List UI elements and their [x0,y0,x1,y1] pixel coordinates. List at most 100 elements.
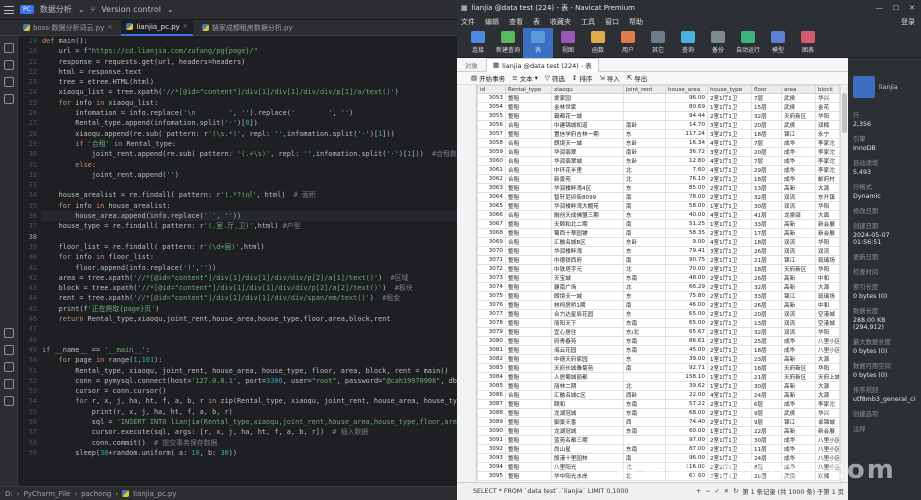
table-cell[interactable]: 46.00 [665,300,708,311]
table-cell[interactable]: 68.00 [665,408,708,419]
table-cell[interactable]: 30层 [751,201,782,212]
table-cell[interactable]: 大源 [815,282,840,293]
sort-button[interactable]: ↕ 排序 [572,73,592,83]
table-row[interactable]: 3071 整租 中德铁西府南 90.75 2室1厅1卫 21层 锦江 琉璃场 [477,255,840,266]
table-row[interactable]: 3082 整租 中德天府家园东 39.00 1室1厅1卫 23层 高新 大源 [477,354,840,365]
table-cell[interactable]: 3066 [477,210,506,221]
table-cell[interactable]: 2室1厅1卫 [707,300,752,311]
table-cell[interactable]: 融创天成佛盟三期 [551,210,624,221]
table-cell[interactable]: 97.00 [665,435,708,446]
table-cell[interactable]: 3室2厅1卫 [707,129,752,140]
table-cell[interactable]: 3079 [477,327,506,338]
table-cell[interactable]: 大源 [815,354,840,365]
table-cell[interactable]: 1室1厅1卫 [707,201,752,212]
code-line[interactable]: rent = tree.xpath('//*[@id="content"]/di… [42,293,457,303]
table-cell[interactable]: 整租 [505,282,552,293]
table-cell[interactable]: 整租 [505,183,552,194]
table-cell[interactable]: 74.40 [665,417,708,428]
table-row[interactable]: 3061 合租 中环花半里北 7.60 4室1厅1卫 29层 成华 李家沱 [477,165,840,176]
table-cell[interactable]: 高新 [781,300,816,311]
table-cell[interactable]: 南 [623,219,666,230]
table-row[interactable]: 3055 整租 霸都花一城 94.44 2室1厅1卫 32层 天府新区 华阳 [477,111,840,122]
menu-item[interactable]: 文件 [461,17,475,27]
table-cell[interactable]: 3075 [477,291,506,302]
code-line[interactable]: xiaoqu_list = tree.xpath('//*[@id="conte… [42,87,457,97]
table-cell[interactable]: 双楠 [815,120,840,131]
table-cell[interactable]: 龙湖冠城 [551,426,624,437]
table-cell[interactable]: 双流 [781,327,816,338]
table-row[interactable]: 3070 整租 华润楼畔湾东 79.41 3室1厅1卫 26层 双流 双流 [477,246,840,257]
table-cell[interactable]: 2室2厅1卫 [707,183,752,194]
table-cell[interactable]: 整租 [505,408,552,419]
table-cell[interactable]: 24层 [751,390,782,401]
table-cell[interactable]: 双流 [781,318,816,329]
table-cell[interactable]: 琉璃场 [815,291,840,302]
column-header[interactable]: area [781,85,816,95]
table-cell[interactable]: 3087 [477,399,506,410]
table-cell[interactable]: 2室1厅1卫 [707,174,752,185]
table-cell[interactable]: 1室1厅1卫 [707,219,752,230]
table-cell[interactable]: 20层 [751,147,782,158]
table-cell[interactable]: 合租 [505,156,552,167]
table-cell[interactable]: 天府新区 [781,111,816,122]
table-cell[interactable]: 30层 [751,435,782,446]
table-cell[interactable]: 9层 [751,408,782,419]
table-cell[interactable]: 3064 [477,192,506,203]
vcs-label[interactable]: Version control [101,5,161,14]
table-cell[interactable]: 合力达星辰花园 [551,309,624,320]
table-cell[interactable]: 18层 [751,264,782,275]
table-cell[interactable]: 12.80 [665,156,708,167]
table-cell[interactable]: 南 [623,363,666,374]
table-cell[interactable]: 丽阳天下 [551,318,624,329]
code-line[interactable]: joint_rent.append(re.sub( pattern: '(.+\… [42,149,457,159]
table-cell[interactable]: 整租 [505,246,552,257]
table-cell[interactable]: 96.00 [665,93,708,104]
table-row[interactable]: 3087 整租 颐和 东南 57.22 2室1厅1卫 6层 成华 李家沱 [477,399,840,410]
table-cell[interactable]: 成华 [781,147,816,158]
table-row[interactable]: 3078 整租 丽阳天下 东南 65.00 2室1厅1卫 13层 双流 空港城 [477,318,840,329]
table-row[interactable]: 3080 整租 府青春苑 东南 86.61 2室1厅1卫 25层 成华 八里小区 [477,336,840,347]
plugins-tool-icon[interactable] [4,77,14,87]
table-cell[interactable]: 2室1厅1卫 [707,228,752,239]
table-cell[interactable]: 4室1厅1卫 [707,237,752,248]
toolbar-button[interactable]: 备份 [703,28,733,58]
table-cell[interactable]: 武侯 [781,408,816,419]
table-cell[interactable]: 林柯房桥1期 [551,300,624,311]
table-cell[interactable]: 3092 [477,444,506,455]
table-cell[interactable]: 17层 [751,228,782,239]
table-cell[interactable]: 殷港十里园林 [551,453,624,464]
toolbar-button[interactable]: 其它 [643,28,673,58]
close-icon[interactable]: ✕ [107,24,112,31]
code-editor[interactable]: def main(): url = f"https://cd.lianjia.c… [42,36,457,486]
table-cell[interactable]: 东南 [623,399,666,410]
table-cell[interactable]: 94.44 [665,111,708,122]
table-cell[interactable]: 锦江 [781,291,816,302]
code-line[interactable]: area = tree.xpath('//*[@id="content"]/di… [42,273,457,283]
cancel-icon[interactable]: ✕ [724,488,729,495]
table-cell[interactable]: 华阳 [815,363,840,374]
toolbar-button[interactable]: 图表 [793,28,823,58]
delete-record-icon[interactable]: − [705,488,710,495]
toolbar-button[interactable]: 用户 [613,28,643,58]
toolbar-button[interactable]: 视图 [553,28,583,58]
table-cell[interactable]: 成华 [781,174,816,185]
structure-tool-icon[interactable] [4,60,14,70]
table-cell[interactable]: 整租 [505,318,552,329]
table-cell[interactable]: 3067 [477,219,506,230]
table-cell[interactable]: 92.71 [665,363,708,374]
table-cell[interactable]: 整租 [505,399,552,410]
table-cell[interactable]: 40.00 [665,210,708,221]
code-line[interactable]: infomation = info.replace('\n ', '').rep… [42,108,457,118]
toolbar-button[interactable]: 模型 [763,28,793,58]
table-cell[interactable]: 4室1厅1卫 [707,138,752,149]
table-cell[interactable]: 整租 [505,453,552,464]
table-cell[interactable]: 南 [623,255,666,266]
menu-item[interactable]: 工具 [581,17,595,27]
table-cell[interactable]: 58.00 [665,201,708,212]
table-cell[interactable]: 天颐和北二期 [551,219,624,230]
code-line[interactable]: for page in range(1,101): [42,355,457,365]
table-cell[interactable]: 高新 [781,228,816,239]
table-row[interactable]: 3076 整租 林柯房桥1期南 46.00 2室1厅1卫 26层 高新 中和 [477,300,840,311]
code-line[interactable]: return Rental_type,xiaoqu,joint_rent,hou… [42,314,457,324]
table-cell[interactable] [623,102,666,113]
